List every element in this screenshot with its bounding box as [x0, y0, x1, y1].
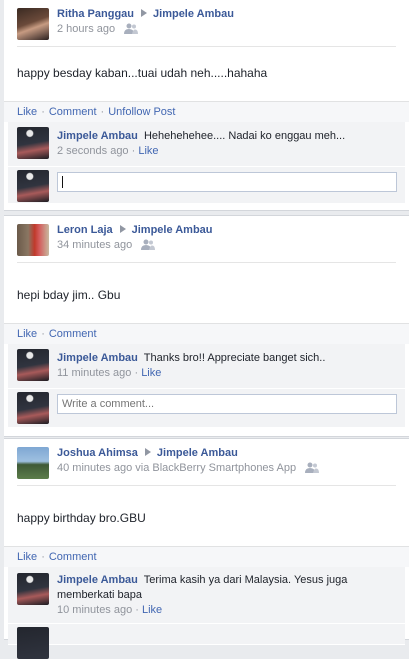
comment-link[interactable]: Comment [49, 328, 97, 340]
comment-composer [8, 167, 405, 204]
commenter-avatar[interactable] [17, 127, 49, 159]
divider [17, 485, 396, 486]
post-text: happy besday kaban...tuai udah neh.....h… [17, 66, 268, 80]
comment-text: Thanks bro!! Appreciate banget sich.. [143, 352, 326, 364]
commenter-avatar[interactable] [17, 573, 49, 605]
triangle-right-icon [141, 9, 148, 17]
comment-composer [8, 389, 405, 428]
like-link[interactable]: Like [17, 328, 37, 340]
author-avatar[interactable] [17, 224, 49, 256]
comment-item: Jimpele Ambau Thanks bro!! Appreciate ba… [8, 344, 405, 389]
commenter-name-link[interactable]: Jimpele Ambau [57, 352, 138, 364]
comment-input[interactable] [57, 172, 397, 192]
commenter-name-link[interactable]: Jimpele Ambau [57, 130, 138, 142]
comment-link[interactable]: Comment [49, 551, 97, 563]
target-name-link[interactable]: Jimpele Ambau [157, 447, 238, 459]
comment-item: Jimpele Ambau Hehehehehee.... Nadai ko e… [8, 122, 405, 167]
comment-item: Jimpele Ambau Terima kasih ya dari Malay… [8, 567, 405, 624]
post-actions: Like · Comment [4, 323, 409, 344]
comment-timestamp[interactable]: 10 minutes ago [57, 604, 132, 616]
unfollow-post-link[interactable]: Unfollow Post [108, 106, 175, 118]
comment-text: Hehehehehee.... Nadai ko enggau meh... [143, 130, 346, 142]
author-name-link[interactable]: Ritha Panggau [57, 8, 134, 20]
friends-audience-icon[interactable] [124, 23, 139, 34]
author-avatar[interactable] [17, 8, 49, 40]
comment-link[interactable]: Comment [49, 106, 97, 118]
post-actions: Like · Comment [4, 546, 409, 567]
divider [17, 46, 396, 47]
comment-like-link[interactable]: Like [142, 604, 162, 616]
feed-story: Ritha Panggau Jimpele Ambau 2 hours ago h… [4, 0, 409, 211]
comment-like-link[interactable]: Like [141, 367, 161, 379]
comment-input[interactable] [57, 394, 397, 414]
friends-audience-icon[interactable] [305, 462, 320, 473]
like-link[interactable]: Like [17, 106, 37, 118]
post-timestamp[interactable]: 2 hours ago [57, 23, 115, 35]
feed-story: Leron Laja Jimpele Ambau 34 minutes ago h… [4, 215, 409, 437]
divider [17, 262, 396, 263]
text-caret [62, 176, 63, 188]
post-actions: Like · Comment · Unfollow Post [4, 101, 409, 122]
author-avatar[interactable] [17, 447, 49, 479]
triangle-right-icon [119, 225, 126, 233]
comment-composer [8, 624, 405, 659]
viewer-avatar [17, 627, 49, 659]
author-name-link[interactable]: Joshua Ahimsa [57, 447, 138, 459]
comment-timestamp[interactable]: 2 seconds ago [57, 145, 129, 157]
feed-story: Joshua Ahimsa Jimpele Ambau 40 minutes ag… [4, 438, 409, 659]
target-name-link[interactable]: Jimpele Ambau [132, 224, 213, 236]
author-name-link[interactable]: Leron Laja [57, 224, 113, 236]
post-timestamp[interactable]: 40 minutes ago via BlackBerry Smartphone… [57, 462, 296, 474]
commenter-name-link[interactable]: Jimpele Ambau [57, 574, 138, 586]
viewer-avatar [17, 392, 49, 424]
triangle-right-icon [144, 448, 151, 456]
friends-audience-icon[interactable] [141, 239, 156, 250]
like-link[interactable]: Like [17, 551, 37, 563]
post-text: happy birthday bro.GBU [17, 511, 146, 525]
target-name-link[interactable]: Jimpele Ambau [153, 8, 234, 20]
post-text: hepi bday jim.. Gbu [17, 288, 121, 302]
comment-timestamp[interactable]: 11 minutes ago [57, 367, 131, 379]
comment-like-link[interactable]: Like [138, 145, 158, 157]
post-timestamp[interactable]: 34 minutes ago [57, 239, 132, 251]
viewer-avatar [17, 170, 49, 202]
commenter-avatar[interactable] [17, 349, 49, 381]
